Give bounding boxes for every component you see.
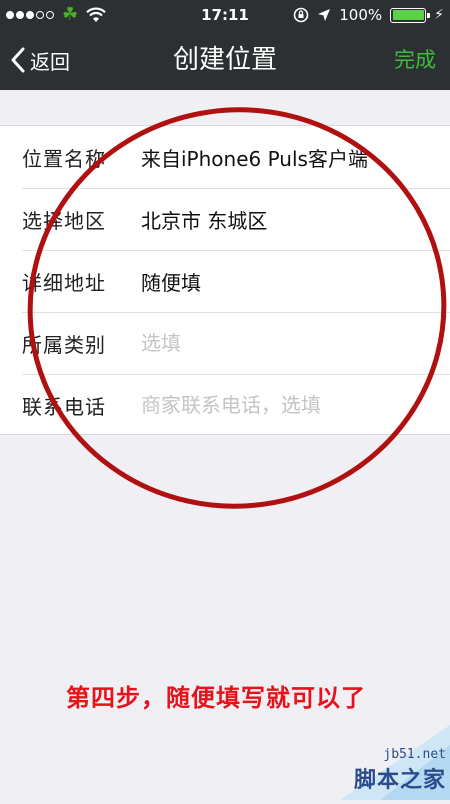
back-button-label: 返回 bbox=[30, 49, 70, 74]
location-name-input[interactable] bbox=[141, 145, 440, 169]
battery-icon bbox=[390, 7, 431, 23]
status-bar-right: 100% ⚡ bbox=[293, 0, 444, 30]
done-button[interactable]: 完成 bbox=[394, 30, 436, 90]
watermark: jb51.net 脚本之家 bbox=[300, 725, 450, 800]
navigation-bar: 返回 创建位置 完成 bbox=[0, 30, 450, 90]
form-row-location-name[interactable]: 位置名称 bbox=[0, 126, 450, 188]
location-form: 位置名称 选择地区 北京市 东城区 详细地址 所属类别 联系电话 bbox=[0, 125, 450, 435]
battery-percent: 100% bbox=[339, 6, 383, 24]
location-name-label: 位置名称 bbox=[22, 146, 106, 171]
category-label: 所属类别 bbox=[22, 332, 106, 357]
phone-label: 联系电话 bbox=[22, 394, 106, 419]
location-arrow-icon bbox=[318, 9, 331, 21]
phone-input[interactable] bbox=[141, 393, 440, 417]
address-input[interactable] bbox=[141, 269, 440, 293]
category-input[interactable] bbox=[141, 331, 440, 355]
address-label: 详细地址 bbox=[22, 270, 106, 295]
form-row-address[interactable]: 详细地址 bbox=[0, 250, 450, 312]
instruction-text: 第四步，随便填写就可以了 bbox=[66, 684, 366, 712]
chevron-left-icon bbox=[11, 47, 25, 73]
status-bar: ☘ 17:11 100% ⚡ bbox=[0, 0, 450, 30]
region-value[interactable]: 北京市 东城区 bbox=[141, 205, 440, 234]
watermark-corner-graphic bbox=[340, 725, 450, 800]
orientation-lock-icon bbox=[293, 7, 309, 23]
watermark-name: 脚本之家 bbox=[353, 768, 446, 793]
back-button[interactable]: 返回 bbox=[10, 30, 70, 90]
region-label: 选择地区 bbox=[22, 208, 106, 233]
charging-bolt-icon: ⚡ bbox=[434, 7, 444, 23]
form-row-region[interactable]: 选择地区 北京市 东城区 bbox=[0, 188, 450, 250]
form-row-category[interactable]: 所属类别 bbox=[0, 312, 450, 374]
watermark-url: jb51.net bbox=[383, 747, 446, 762]
form-row-phone[interactable]: 联系电话 bbox=[0, 374, 450, 436]
